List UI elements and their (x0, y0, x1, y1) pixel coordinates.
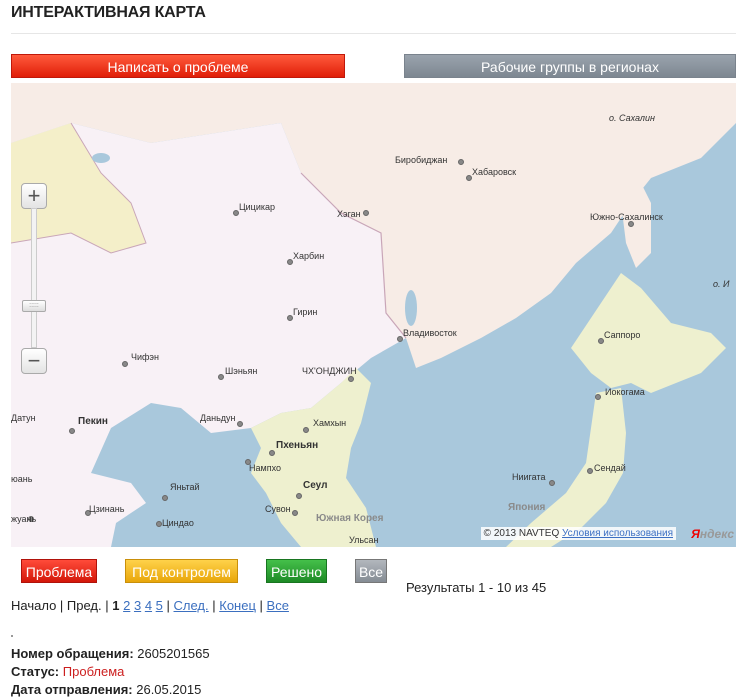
map-label-yuan: юань (11, 474, 33, 484)
pager-end-link[interactable]: Конец (219, 598, 256, 613)
map-label-chifen: Чифэн (131, 352, 159, 362)
record-date: Дата отправления: 26.05.2015 (11, 682, 201, 697)
yandex-logo[interactable]: Яндекс (691, 527, 734, 541)
map-label-chkhondzhin: ЧХ'ОНДЖИН (302, 366, 357, 376)
report-problem-button[interactable]: Написать о проблеме (11, 54, 345, 78)
filter-solved-button[interactable]: Решено (266, 559, 327, 583)
header-divider (11, 33, 736, 34)
map-label-khabarovsk: Хабаровск (472, 167, 517, 177)
pager-all-link[interactable]: Все (267, 598, 289, 613)
map-label-yantai: Яньтай (170, 482, 200, 492)
map-label-sendai: Сендай (594, 463, 626, 473)
zoom-slider-handle[interactable]: ::::: (22, 300, 46, 312)
city-marker (296, 493, 302, 499)
map-label-birobidzhan: Биробиджан (395, 155, 448, 165)
record-number-value: 2605201565 (137, 646, 210, 661)
city-marker (218, 374, 224, 380)
city-marker (587, 468, 593, 474)
map-label-harbin: Харбин (293, 251, 325, 261)
filter-control-button[interactable]: Под контролем (125, 559, 238, 583)
yandex-logo-rest: ндекс (699, 527, 734, 541)
map-label-dandun: Даньдун (200, 413, 236, 423)
regional-groups-button[interactable]: Рабочие группы в регионах (404, 54, 736, 78)
record-date-value: 26.05.2015 (136, 682, 202, 697)
zoom-out-button[interactable]: − (21, 348, 47, 374)
record-status: Статус: Проблема (11, 664, 124, 679)
map-label-ulsan: Ульсан (349, 535, 379, 545)
pager-next-link[interactable]: След. (174, 598, 209, 613)
yandex-logo-y: Я (691, 527, 700, 541)
city-marker (292, 510, 298, 516)
record-status-label: Статус: (11, 664, 60, 679)
map-copyright: © 2013 NAVTEQ Условия использования (480, 527, 676, 540)
city-marker (162, 495, 168, 501)
city-marker (269, 450, 275, 456)
pager-page-link[interactable]: 3 (134, 598, 141, 613)
filter-problem-button[interactable]: Проблема (21, 559, 97, 583)
results-count: Результаты 1 - 10 из 45 (406, 580, 547, 595)
map-label-seul: Сеул (303, 480, 328, 491)
map-label-iokogama: Иокогама (605, 387, 645, 397)
map-label-sakhalin: о. Сахалин (609, 113, 655, 123)
separator-dot (11, 635, 13, 637)
page-title: ИНТЕРАКТИВНАЯ КАРТА (11, 4, 206, 21)
city-marker (237, 421, 243, 427)
pager-page-link[interactable]: 2 (123, 598, 130, 613)
map-label-hamhyn: Хамхын (313, 418, 347, 428)
record-date-label: Дата отправления: (11, 682, 133, 697)
copyright-text: © 2013 NAVTEQ (483, 528, 560, 539)
interactive-map[interactable]: + ::::: − о. Сахалин Биробиджан Хабаровс… (11, 83, 736, 547)
pager-current-page: 1 (112, 598, 120, 613)
city-marker (363, 210, 369, 216)
city-marker (458, 159, 464, 165)
map-label-phenyan: Пхеньян (276, 440, 319, 451)
zoom-in-button[interactable]: + (21, 183, 47, 209)
city-marker (595, 394, 601, 400)
pagination: Начало | Пред. | 1 2 3 4 5 | След. | Кон… (11, 598, 289, 613)
map-label-o-i: о. И (713, 279, 730, 289)
record-number-label: Номер обращения: (11, 646, 134, 661)
pager-start: Начало (11, 598, 57, 613)
city-marker (122, 361, 128, 367)
map-label-pekin: Пекин (78, 416, 108, 427)
map-label-sapporo: Саппоро (604, 330, 641, 340)
map-label-tsinan: Цзинань (89, 504, 125, 514)
filter-all-button[interactable]: Все (355, 559, 387, 583)
map-label-suvon: Сувон (265, 504, 291, 514)
record-number: Номер обращения: 2605201565 (11, 646, 210, 661)
city-marker (549, 480, 555, 486)
map-label-yuzhno: Южно-Сахалинск (590, 212, 663, 222)
map-label-datun: Датун (11, 413, 36, 423)
city-marker (69, 428, 75, 434)
map-label-tsitsikar: Цицикар (239, 202, 276, 212)
zoom-slider-track[interactable] (31, 208, 37, 348)
city-marker (303, 427, 309, 433)
map-label-south-korea: Южная Корея (316, 513, 384, 524)
map-label-hegan: Хэган (337, 209, 361, 219)
map-label-niigata: Ниигата (512, 472, 546, 482)
record-status-value: Проблема (62, 664, 125, 679)
terms-of-use-link[interactable]: Условия использования (562, 528, 673, 539)
map-label-girin: Гирин (293, 307, 318, 317)
map-base (11, 83, 736, 547)
map-label-nampo: Нампхо (249, 463, 281, 473)
pager-page-link[interactable]: 4 (145, 598, 152, 613)
map-label-yaponiya: Япония (508, 502, 546, 513)
pager-prev: Пред. (66, 598, 102, 613)
map-label-vladivostok: Владивосток (403, 328, 457, 338)
map-label-shenyan: Шэньян (225, 366, 258, 376)
map-label-zhuan: жуань (11, 514, 37, 524)
city-marker (348, 376, 354, 382)
pager-page-link[interactable]: 5 (156, 598, 163, 613)
map-label-tsindao: Циндао (162, 518, 194, 528)
